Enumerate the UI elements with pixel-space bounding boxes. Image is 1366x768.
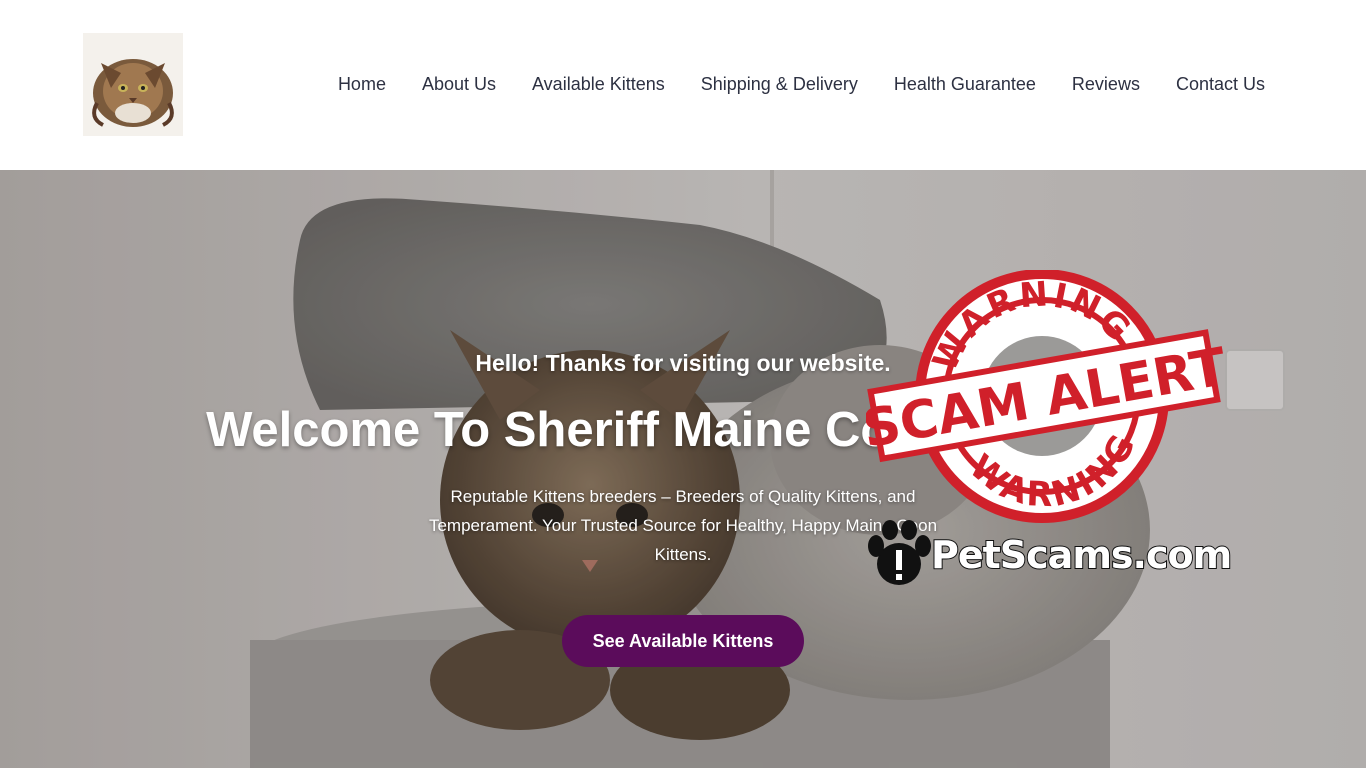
nav-reviews[interactable]: Reviews — [1072, 72, 1140, 96]
main-nav: Home About Us Available Kittens Shipping… — [338, 72, 1265, 96]
see-available-kittens-button[interactable]: See Available Kittens — [562, 615, 804, 667]
site-header: Home About Us Available Kittens Shipping… — [0, 0, 1366, 170]
nav-about-us[interactable]: About Us — [422, 72, 496, 96]
nav-contact-us[interactable]: Contact Us — [1176, 72, 1265, 96]
maine-coon-cat-logo-icon — [83, 33, 183, 136]
petscams-watermark-text: PetScams.com — [930, 532, 1233, 578]
nav-home[interactable]: Home — [338, 72, 386, 96]
nav-available-kittens[interactable]: Available Kittens — [532, 72, 665, 96]
paw-warning-icon — [868, 520, 931, 585]
nav-health-guarantee[interactable]: Health Guarantee — [894, 72, 1036, 96]
nav-shipping-delivery[interactable]: Shipping & Delivery — [701, 72, 858, 96]
site-logo[interactable] — [83, 33, 183, 136]
